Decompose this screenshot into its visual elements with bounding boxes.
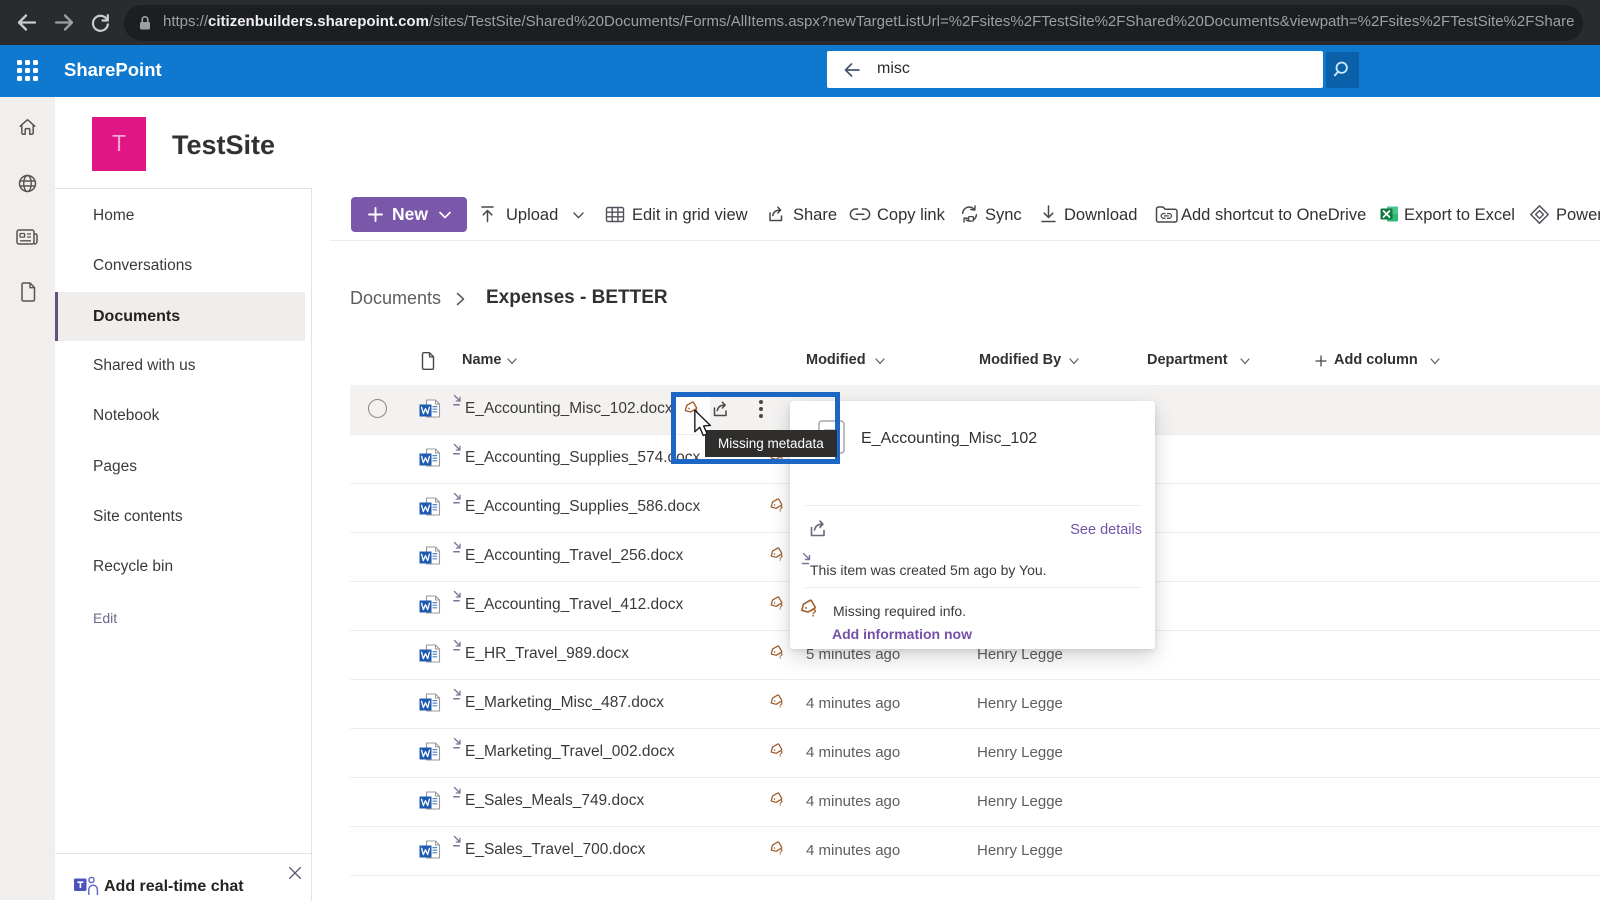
- svg-text:?: ?: [778, 847, 783, 857]
- svg-text:?: ?: [810, 607, 817, 619]
- svg-text:?: ?: [778, 651, 783, 661]
- svg-text:?: ?: [778, 798, 783, 808]
- svg-text:?: ?: [778, 504, 783, 514]
- svg-text:?: ?: [778, 553, 783, 563]
- svg-text:?: ?: [778, 749, 783, 759]
- svg-text:?: ?: [778, 602, 783, 612]
- svg-text:?: ?: [778, 700, 783, 710]
